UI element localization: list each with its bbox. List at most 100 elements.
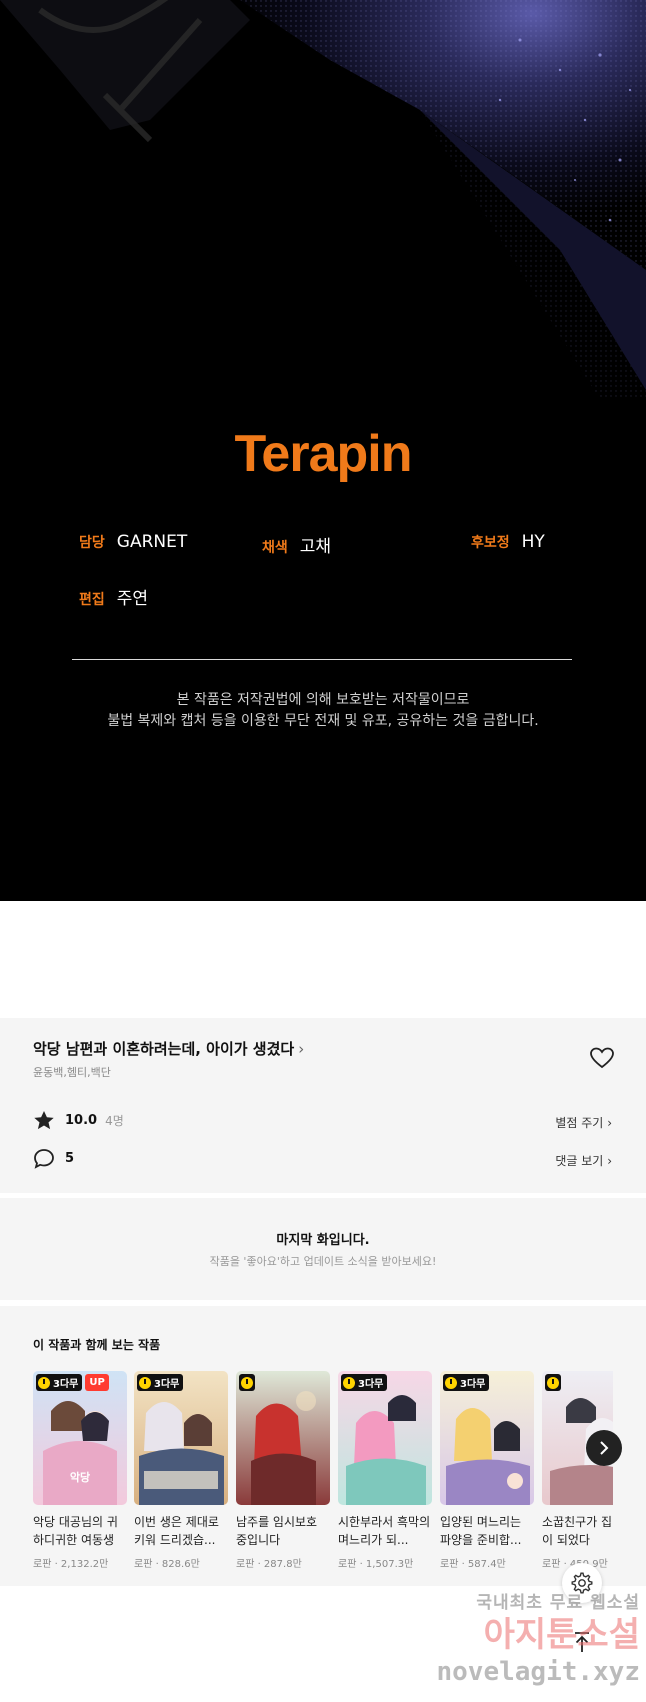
recommendation-card[interactable]: 3다무 이번 생은 제대로 키워 드리겠습... 로판 · 828.6만 — [134, 1371, 228, 1570]
credit-editor: 편집 주연 — [79, 584, 148, 609]
credit-post-processing: 후보정 HY — [471, 532, 545, 552]
up-badge: UP — [85, 1374, 109, 1391]
recommendations-heading: 이 작품과 함께 보는 작품 — [33, 1338, 161, 1352]
recommendation-title: 소꿉친구가 집남편이 되었다 — [542, 1515, 613, 1547]
chevron-right-icon — [600, 1441, 609, 1455]
svg-text:악당: 악당 — [70, 1470, 90, 1484]
wait-free-badge — [239, 1374, 255, 1391]
publisher-logo: Terapin — [234, 425, 413, 483]
wait-free-badge: 3다무 — [443, 1374, 490, 1391]
badge-row: 3다무 — [341, 1374, 388, 1391]
notice-line: 불법 복제와 캡처 등을 이용한 무단 전재 및 유포, 공유하는 것을 금합니… — [107, 713, 539, 729]
episode-end-page: Terapin 담당 GARNET 채색 고채 후보정 HY 편집 주연 본 작품은 저… — [0, 0, 646, 1702]
recommendation-meta: 로판 · 587.4만 — [440, 1559, 506, 1570]
sword-artwork — [0, 0, 646, 400]
credit-name: 주연 — [116, 589, 149, 609]
last-episode-title: 마지막 화입니다. — [276, 1233, 370, 1248]
recommendations: 이 작품과 함께 보는 작품 악당 3다무 UP 악당 대공님의 귀하디귀한 여… — [0, 1306, 646, 1586]
badge-row — [545, 1374, 561, 1391]
recommendation-title: 시한부라서 흑막의 며느리가 되... — [338, 1515, 431, 1547]
clock-icon — [445, 1376, 457, 1389]
comment-row: 5 — [33, 1148, 74, 1169]
rating-value: 10.0 — [65, 1113, 98, 1128]
cover-image — [236, 1371, 330, 1505]
wait-free-badge — [545, 1374, 561, 1391]
badge-row: 3다무 — [137, 1374, 184, 1391]
recommendation-title: 악당 대공님의 귀하디귀한 여동생 — [33, 1515, 118, 1547]
wait-free-badge: 3다무 — [36, 1374, 83, 1391]
series-info: 악당 남편과 이혼하려는데, 아이가 생겼다 › 윤동백,헴티,백단 10.0 4… — [0, 1018, 646, 1193]
clock-icon — [38, 1376, 50, 1389]
watermark: 국내최초 무료 웹소설 아지툰소설 novelagit.xyz — [430, 1588, 641, 1700]
gear-icon — [571, 1572, 593, 1594]
series-title: 악당 남편과 이혼하려는데, 아이가 생겼다 — [33, 1040, 295, 1058]
wait-free-badge: 3다무 — [341, 1374, 388, 1391]
series-title-link[interactable]: 악당 남편과 이혼하려는데, 아이가 생겼다 › — [33, 1038, 304, 1059]
cover-image: 3다무 — [134, 1371, 228, 1505]
rating-count: 4명 — [105, 1114, 124, 1128]
last-episode-subtitle: 작품을 '좋아요'하고 업데이트 소식을 받아보세요! — [209, 1255, 437, 1268]
credit-name: GARNET — [116, 532, 188, 552]
recommendation-card[interactable]: 악당 3다무 UP 악당 대공님의 귀하디귀한 여동생 로판 · 2,132.2… — [33, 1371, 127, 1570]
recommendation-title: 이번 생은 제대로 키워 드리겠습... — [134, 1515, 219, 1547]
watermark-line: 국내최초 무료 웹소설 — [476, 1593, 640, 1613]
credit-role: 채색 — [262, 540, 288, 556]
recommendation-card[interactable]: 3다무 시한부라서 흑막의 며느리가 되... 로판 · 1,507.3만 — [338, 1371, 432, 1570]
settings-button[interactable] — [562, 1563, 602, 1603]
rate-label: 별점 주기 — [555, 1116, 604, 1130]
badge-label: 3다무 — [460, 1379, 486, 1390]
credit-colorist: 채색 고채 — [262, 532, 331, 557]
clock-icon — [547, 1376, 559, 1389]
cover-image: 3다무 — [440, 1371, 534, 1505]
copyright-notice: 본 작품은 저작권법에 의해 보호받는 저작물이므로 불법 복제와 캡처 등을 … — [0, 690, 646, 732]
comments-label: 댓글 보기 — [555, 1154, 604, 1168]
arrow-up-icon — [575, 1632, 589, 1652]
credit-role: 담당 — [79, 535, 105, 551]
recommendation-title: 남주를 임시보호 중입니다 — [236, 1515, 318, 1547]
comment-count: 5 — [65, 1151, 75, 1166]
rating-row: 10.0 4명 — [33, 1110, 124, 1131]
clock-icon — [139, 1376, 151, 1389]
rate-button[interactable]: 별점 주기 › — [555, 1114, 612, 1131]
scroll-to-top-button[interactable] — [564, 1624, 600, 1660]
cover-image: 악당 3다무 UP — [33, 1371, 127, 1505]
chevron-right-icon: › — [607, 1154, 612, 1168]
cover-image: 3다무 — [338, 1371, 432, 1505]
credit-name: 고채 — [299, 537, 332, 557]
badge-row — [239, 1374, 255, 1391]
recommendation-card[interactable]: 남주를 임시보호 중입니다 로판 · 287.8만 — [236, 1371, 330, 1570]
recommendation-meta: 로판 · 2,132.2만 — [33, 1559, 109, 1570]
badge-row: 3다무 — [443, 1374, 490, 1391]
recommendation-carousel: 악당 3다무 UP 악당 대공님의 귀하디귀한 여동생 로판 · 2,132.2… — [33, 1371, 613, 1581]
credit-director: 담당 GARNET — [79, 532, 187, 552]
badge-row: 3다무 UP — [36, 1374, 109, 1391]
watermark-line: 아지툰소설 — [483, 1615, 640, 1655]
badge-label: 3다무 — [358, 1379, 384, 1390]
clock-icon — [241, 1376, 253, 1389]
recommendation-card[interactable]: 3다무 입양된 며느리는 파양을 준비합... 로판 · 587.4만 — [440, 1371, 534, 1570]
badge-label: 3다무 — [154, 1379, 180, 1390]
credit-role: 후보정 — [471, 535, 510, 551]
notice-line: 본 작품은 저작권법에 의해 보호받는 저작물이므로 — [176, 692, 470, 708]
chevron-right-icon: › — [607, 1116, 612, 1130]
recommendation-meta: 로판 · 828.6만 — [134, 1559, 200, 1570]
clock-icon — [343, 1376, 355, 1389]
recommendation-meta: 로판 · 287.8만 — [236, 1559, 302, 1570]
recommendation-meta: 로판 · 1,507.3만 — [338, 1559, 414, 1570]
comment-icon — [34, 1149, 54, 1169]
credit-role: 편집 — [79, 592, 105, 608]
divider — [72, 659, 572, 660]
wait-free-badge: 3다무 — [137, 1374, 184, 1391]
comments-button[interactable]: 댓글 보기 › — [555, 1152, 612, 1169]
last-episode-notice: 마지막 화입니다. 작품을 '좋아요'하고 업데이트 소식을 받아보세요! — [0, 1198, 646, 1300]
watermark-line: novelagit.xyz — [436, 1657, 641, 1687]
chevron-right-icon: › — [298, 1040, 305, 1058]
recommendation-card[interactable]: 소꿉친구가 집남편이 되었다 로판 · 450.9만 — [542, 1371, 613, 1570]
series-authors: 윤동백,헴티,백단 — [33, 1066, 111, 1079]
badge-label: 3다무 — [53, 1379, 79, 1390]
recommendation-title: 입양된 며느리는 파양을 준비합... — [440, 1515, 522, 1547]
carousel-next-button[interactable] — [586, 1430, 622, 1466]
heart-icon[interactable] — [589, 1046, 615, 1070]
star-icon — [34, 1111, 54, 1130]
credits-panel: Terapin 담당 GARNET 채색 고채 후보정 HY 편집 주연 본 작품은 저… — [0, 0, 646, 901]
